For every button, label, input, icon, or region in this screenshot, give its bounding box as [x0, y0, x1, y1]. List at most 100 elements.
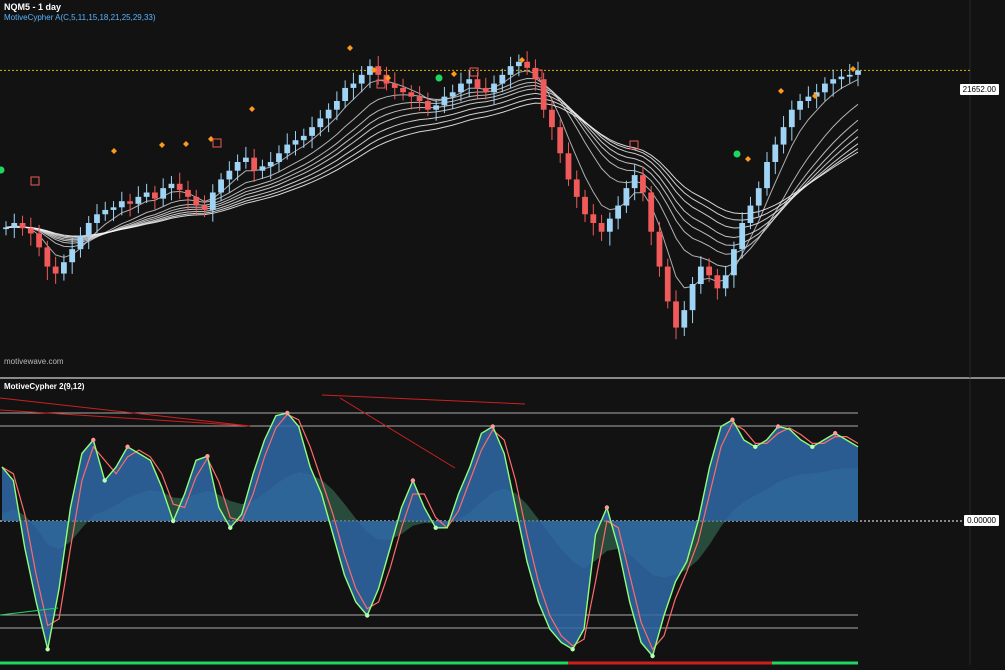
candle	[110, 207, 117, 210]
candle	[598, 223, 605, 232]
candle	[706, 266, 713, 276]
lower-indicator-label: MotiveCypher 2(9,12)	[4, 382, 85, 391]
candle	[540, 79, 547, 110]
oscillator-area	[2, 413, 858, 656]
candle	[549, 109, 555, 128]
pivot-dot	[171, 518, 176, 524]
candle	[309, 127, 315, 136]
candle	[408, 92, 415, 97]
candle	[11, 223, 18, 228]
pivot-dot	[832, 431, 838, 436]
candle	[631, 175, 638, 189]
last-price-label: 21652.00	[959, 84, 999, 95]
candle	[499, 74, 506, 84]
watermark: motivewave.com	[4, 357, 64, 366]
zero-line-label: 0.00000	[964, 515, 999, 526]
chart-stage	[0, 0, 1005, 665]
candle	[226, 170, 233, 180]
candle	[350, 83, 357, 88]
candle	[838, 76, 845, 80]
candle	[168, 183, 175, 189]
signal-square	[469, 67, 479, 77]
pivot-dot	[205, 454, 210, 459]
signal-diamond	[111, 148, 117, 154]
pivot-dot	[604, 505, 610, 510]
signal-diamond	[745, 156, 751, 162]
candle	[27, 228, 34, 234]
candle	[69, 249, 76, 263]
candle	[855, 70, 861, 75]
candle	[797, 101, 803, 110]
candle	[135, 196, 142, 204]
candle	[391, 83, 398, 88]
candle	[656, 231, 663, 267]
candle	[185, 189, 191, 197]
ribbon-line	[5, 88, 859, 241]
candle	[284, 144, 291, 154]
candle	[424, 101, 431, 110]
pivot-dot	[730, 417, 735, 422]
candle	[788, 109, 795, 128]
candle	[673, 301, 679, 328]
candle	[317, 118, 324, 128]
candle	[714, 275, 721, 289]
candle	[193, 196, 200, 206]
signal-circle	[435, 74, 443, 82]
chart-canvas[interactable]	[0, 0, 1005, 665]
pivot-dot	[753, 444, 758, 449]
candle	[52, 266, 59, 274]
candle	[606, 218, 613, 232]
signal-diamond	[850, 66, 856, 72]
candle	[615, 205, 622, 219]
divergence-line	[339, 397, 456, 469]
candle	[474, 79, 481, 88]
candle	[36, 233, 42, 248]
pivot-dot	[810, 444, 815, 449]
candle	[61, 262, 67, 274]
pivot-dot	[102, 478, 107, 483]
upper-indicator-label: MotiveCypher A(C,5,11,15,18,21,25,29,33)	[4, 13, 156, 22]
candle	[805, 96, 812, 101]
candle	[209, 192, 216, 210]
pivot-dot	[433, 525, 438, 530]
candle	[94, 214, 100, 223]
candle	[697, 266, 704, 284]
candle	[333, 101, 340, 110]
signal-diamond	[159, 142, 165, 148]
chart-title: NQM5 - 1 day	[4, 2, 62, 12]
candle	[722, 275, 729, 289]
pivot-dot	[775, 424, 781, 429]
candle	[44, 247, 51, 267]
candle	[573, 179, 580, 197]
candle	[590, 214, 597, 223]
candle	[176, 183, 183, 190]
candle	[433, 105, 440, 110]
candle	[127, 201, 133, 204]
candle	[102, 209, 109, 215]
candle	[515, 61, 522, 67]
candle	[242, 157, 249, 162]
candle	[648, 192, 655, 232]
candle	[780, 127, 787, 145]
ribbon-line	[5, 97, 859, 238]
signal-square	[212, 138, 222, 148]
candle	[764, 162, 770, 189]
candle	[342, 87, 349, 101]
candle	[491, 83, 497, 93]
candle	[118, 201, 125, 208]
candle	[565, 153, 572, 180]
candle	[524, 61, 531, 68]
candle	[276, 153, 282, 162]
candle	[449, 92, 456, 97]
candle	[507, 66, 514, 75]
candle	[689, 284, 696, 311]
pivot-dot	[410, 478, 416, 483]
ribbon-line	[5, 92, 859, 239]
candle	[201, 205, 208, 210]
candle	[739, 223, 746, 250]
pivot-dot	[490, 424, 495, 429]
pivot-dot	[125, 444, 130, 449]
signal-circle	[0, 166, 5, 174]
candle	[292, 140, 299, 145]
signal-circle	[733, 150, 741, 158]
